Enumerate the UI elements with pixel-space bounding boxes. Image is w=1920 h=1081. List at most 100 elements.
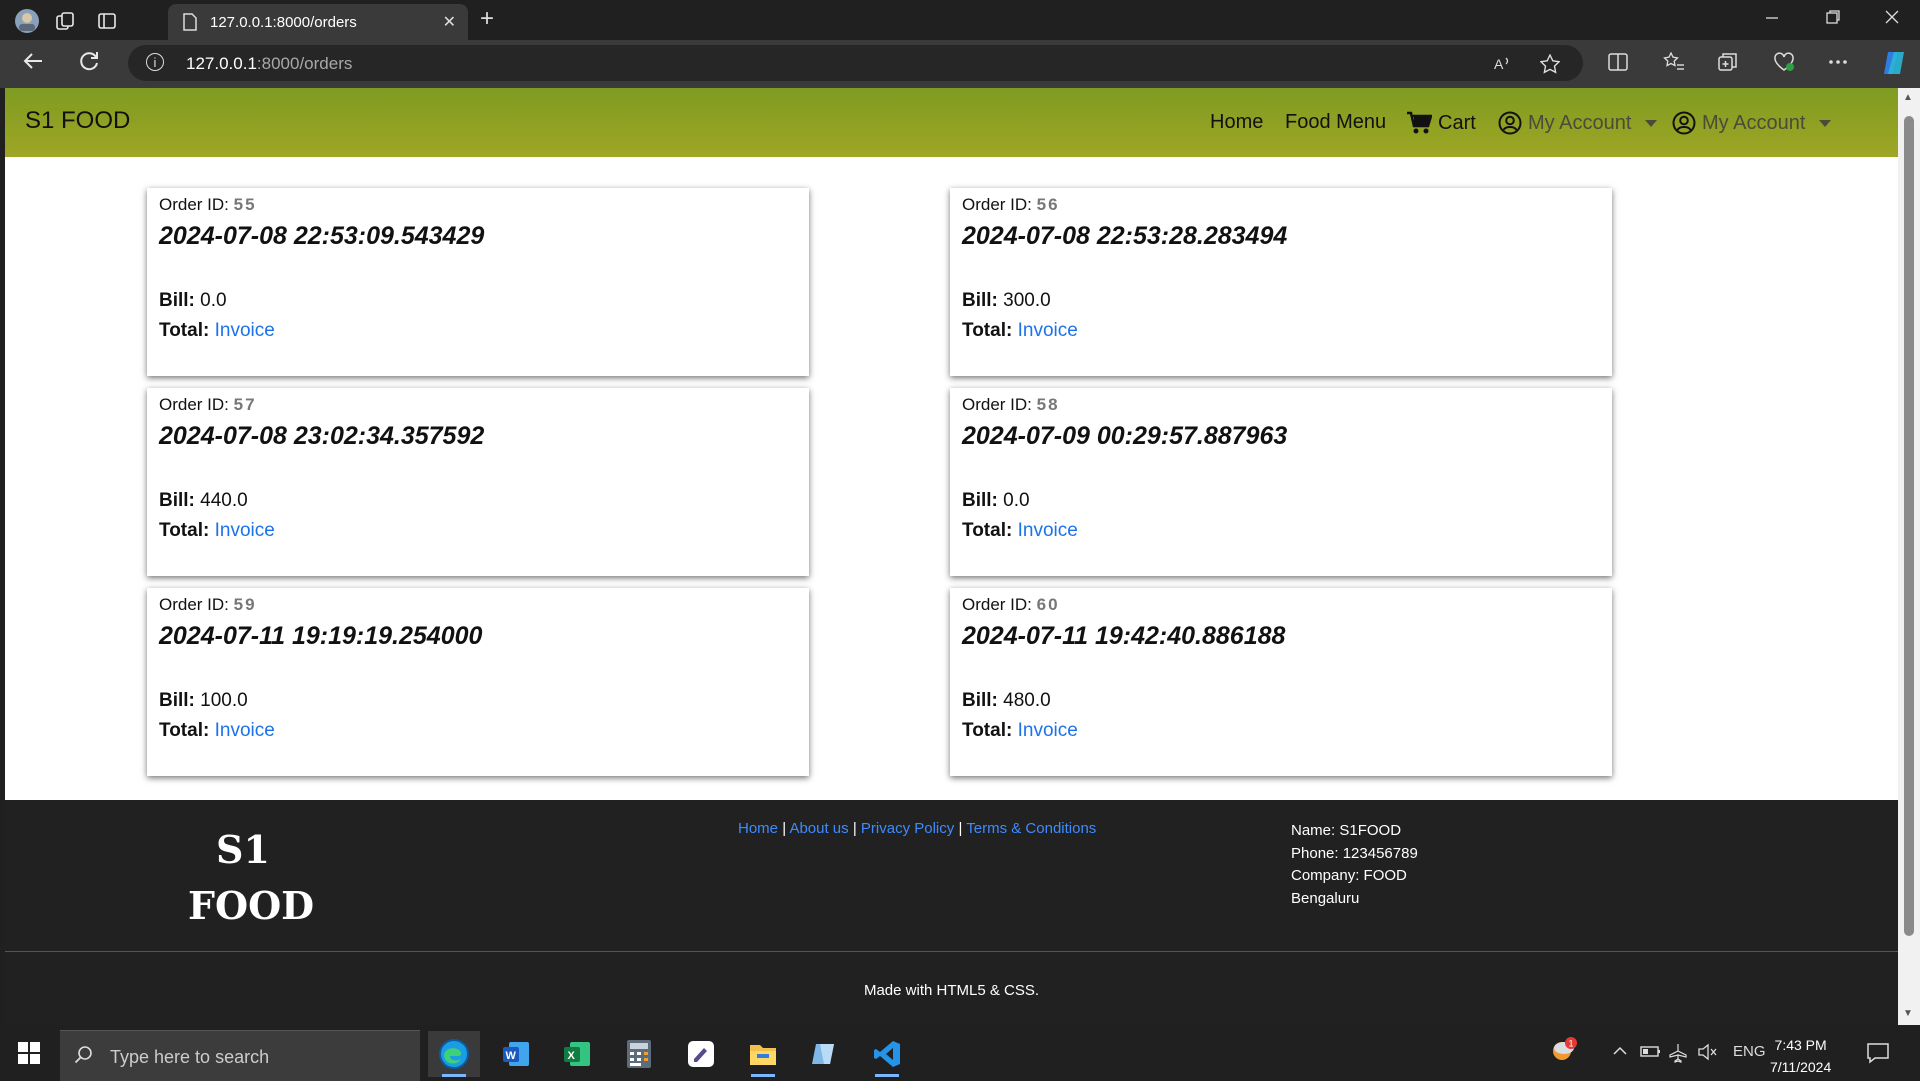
order-timestamp: 2024-07-11 19:42:40.886188 [962, 622, 1286, 650]
browser-essentials-icon[interactable] [1773, 52, 1795, 72]
notifications-icon[interactable] [1866, 1041, 1890, 1065]
invoice-link[interactable]: Invoice [215, 320, 275, 341]
tab-actions-icon[interactable] [94, 8, 120, 34]
taskbar-azure-data-studio-icon[interactable] [799, 1031, 851, 1077]
order-total: Total: Invoice [159, 720, 275, 741]
taskbar-excel-icon[interactable]: X [551, 1031, 603, 1077]
favorite-star-icon[interactable] [1540, 54, 1560, 74]
footer-link-privacy[interactable]: Privacy Policy [861, 820, 954, 837]
footer-phone: Phone: 123456789 [1291, 844, 1418, 862]
restore-icon[interactable] [1826, 10, 1840, 24]
svg-text:1: 1 [1569, 1039, 1574, 1049]
taskbar-vscode-icon[interactable] [861, 1031, 913, 1077]
taskbar-edge-icon[interactable] [428, 1031, 480, 1077]
invoice-link[interactable]: Invoice [215, 720, 275, 741]
footer-made-with: Made with HTML5 & CSS. [863, 982, 1040, 999]
invoice-link[interactable]: Invoice [1018, 520, 1078, 541]
order-total: Total: Invoice [159, 520, 275, 541]
order-id: Order ID: 56 [962, 195, 1060, 214]
order-timestamp: 2024-07-08 22:53:28.283494 [962, 222, 1288, 250]
scroll-down-icon[interactable]: ▼ [1903, 1008, 1913, 1019]
tab-orders[interactable]: 127.0.0.1:8000/orders ✕ [168, 4, 468, 40]
search-icon [74, 1045, 94, 1065]
taskbar-search[interactable]: Type here to search [60, 1030, 420, 1081]
order-bill: Bill: 480.0 [962, 690, 1051, 711]
brand-logo[interactable]: S1 FOOD [25, 107, 130, 135]
new-tab-button[interactable]: + [480, 7, 494, 31]
order-total: Total: Invoice [159, 320, 275, 341]
volume-muted-icon[interactable] [1697, 1043, 1717, 1061]
footer-divider [5, 951, 1898, 952]
address-bar[interactable]: i 127.0.0.1:8000/orders A [128, 45, 1583, 81]
invoice-link[interactable]: Invoice [1018, 720, 1078, 741]
nav-food-menu[interactable]: Food Menu [1285, 111, 1386, 134]
copilot-icon[interactable] [1880, 48, 1910, 78]
order-bill: Bill: 100.0 [159, 690, 248, 711]
read-aloud-icon[interactable]: A [1493, 54, 1513, 74]
page-scrollbar[interactable]: ▲ ▼ [1898, 88, 1920, 1025]
battery-icon[interactable] [1640, 1043, 1662, 1059]
order-total: Total: Invoice [962, 320, 1078, 341]
minimize-icon[interactable] [1765, 10, 1779, 24]
refresh-icon[interactable] [78, 50, 100, 72]
footer-company: Company: FOOD [1291, 867, 1407, 884]
taskbar-clock[interactable]: 7:43 PM 7/11/2024 [1770, 1034, 1831, 1078]
back-icon[interactable] [22, 50, 44, 72]
order-id: Order ID: 58 [962, 395, 1060, 414]
footer-city: Bengaluru [1291, 889, 1360, 907]
page-icon [182, 13, 198, 31]
order-bill: Bill: 0.0 [962, 490, 1030, 511]
invoice-link[interactable]: Invoice [215, 520, 275, 541]
clock-time: 7:43 PM [1774, 1037, 1827, 1053]
order-card: Order ID: 57 2024-07-08 23:02:34.357592 … [147, 388, 809, 576]
active-app-indicator [875, 1074, 899, 1077]
taskbar-file-explorer-icon[interactable] [737, 1031, 789, 1077]
footer-link-about[interactable]: About us [789, 820, 848, 837]
windows-start-icon[interactable] [18, 1042, 40, 1064]
link-separator: | [852, 820, 857, 837]
nav-my-account-1[interactable]: My Account [1498, 111, 1658, 135]
order-id: Order ID: 59 [159, 595, 257, 614]
taskbar-word-icon[interactable]: W [490, 1031, 542, 1077]
scroll-up-icon[interactable]: ▲ [1903, 92, 1913, 103]
order-id: Order ID: 57 [159, 395, 257, 414]
airplane-mode-icon[interactable] [1668, 1043, 1688, 1063]
order-total: Total: Invoice [962, 520, 1078, 541]
taskbar-whiteboard-icon[interactable] [675, 1031, 727, 1077]
collections-icon[interactable] [1718, 52, 1738, 72]
order-card: Order ID: 58 2024-07-09 00:29:57.887963 … [950, 388, 1612, 576]
chevron-down-icon [1645, 119, 1658, 127]
footer-link-terms[interactable]: Terms & Conditions [966, 820, 1096, 837]
order-timestamp: 2024-07-08 23:02:34.357592 [159, 422, 485, 450]
weather-icon[interactable]: 1 [1548, 1035, 1580, 1067]
chevron-down-icon [1819, 119, 1832, 127]
profile-avatar-icon[interactable] [14, 8, 40, 34]
order-card: Order ID: 59 2024-07-11 19:19:19.254000 … [147, 588, 809, 776]
svg-text:A: A [1494, 56, 1504, 72]
nav-my-account-2[interactable]: My Account [1672, 111, 1832, 135]
page-viewport: S1 FOOD Home Food Menu Cart My Account M… [5, 88, 1898, 1025]
favorites-icon[interactable] [1663, 52, 1685, 72]
footer-link-home[interactable]: Home [738, 820, 778, 837]
close-tab-icon[interactable]: ✕ [443, 12, 456, 32]
split-screen-icon[interactable] [1608, 52, 1628, 72]
close-window-icon[interactable] [1885, 10, 1899, 24]
svg-text:W: W [506, 1050, 517, 1062]
order-card: Order ID: 60 2024-07-11 19:42:40.886188 … [950, 588, 1612, 776]
footer-name: Name: S1FOOD [1291, 822, 1402, 839]
show-hidden-icons-chevron-up-icon[interactable] [1612, 1043, 1628, 1059]
order-timestamp: 2024-07-11 19:19:19.254000 [159, 622, 483, 650]
language-indicator[interactable]: ENG [1733, 1043, 1766, 1060]
nav-home[interactable]: Home [1210, 111, 1263, 134]
scrollbar-thumb[interactable] [1904, 116, 1914, 936]
invoice-link[interactable]: Invoice [1018, 320, 1078, 341]
active-app-indicator [751, 1074, 775, 1077]
taskbar-calculator-icon[interactable] [613, 1031, 665, 1077]
clock-date: 7/11/2024 [1770, 1059, 1832, 1075]
tab-title: 127.0.0.1:8000/orders [210, 14, 357, 31]
workspaces-icon[interactable] [52, 8, 78, 34]
more-options-icon[interactable] [1828, 52, 1848, 72]
nav-cart[interactable]: Cart [1406, 111, 1476, 135]
site-info-icon[interactable]: i [146, 53, 164, 71]
order-card: Order ID: 56 2024-07-08 22:53:28.283494 … [950, 188, 1612, 376]
